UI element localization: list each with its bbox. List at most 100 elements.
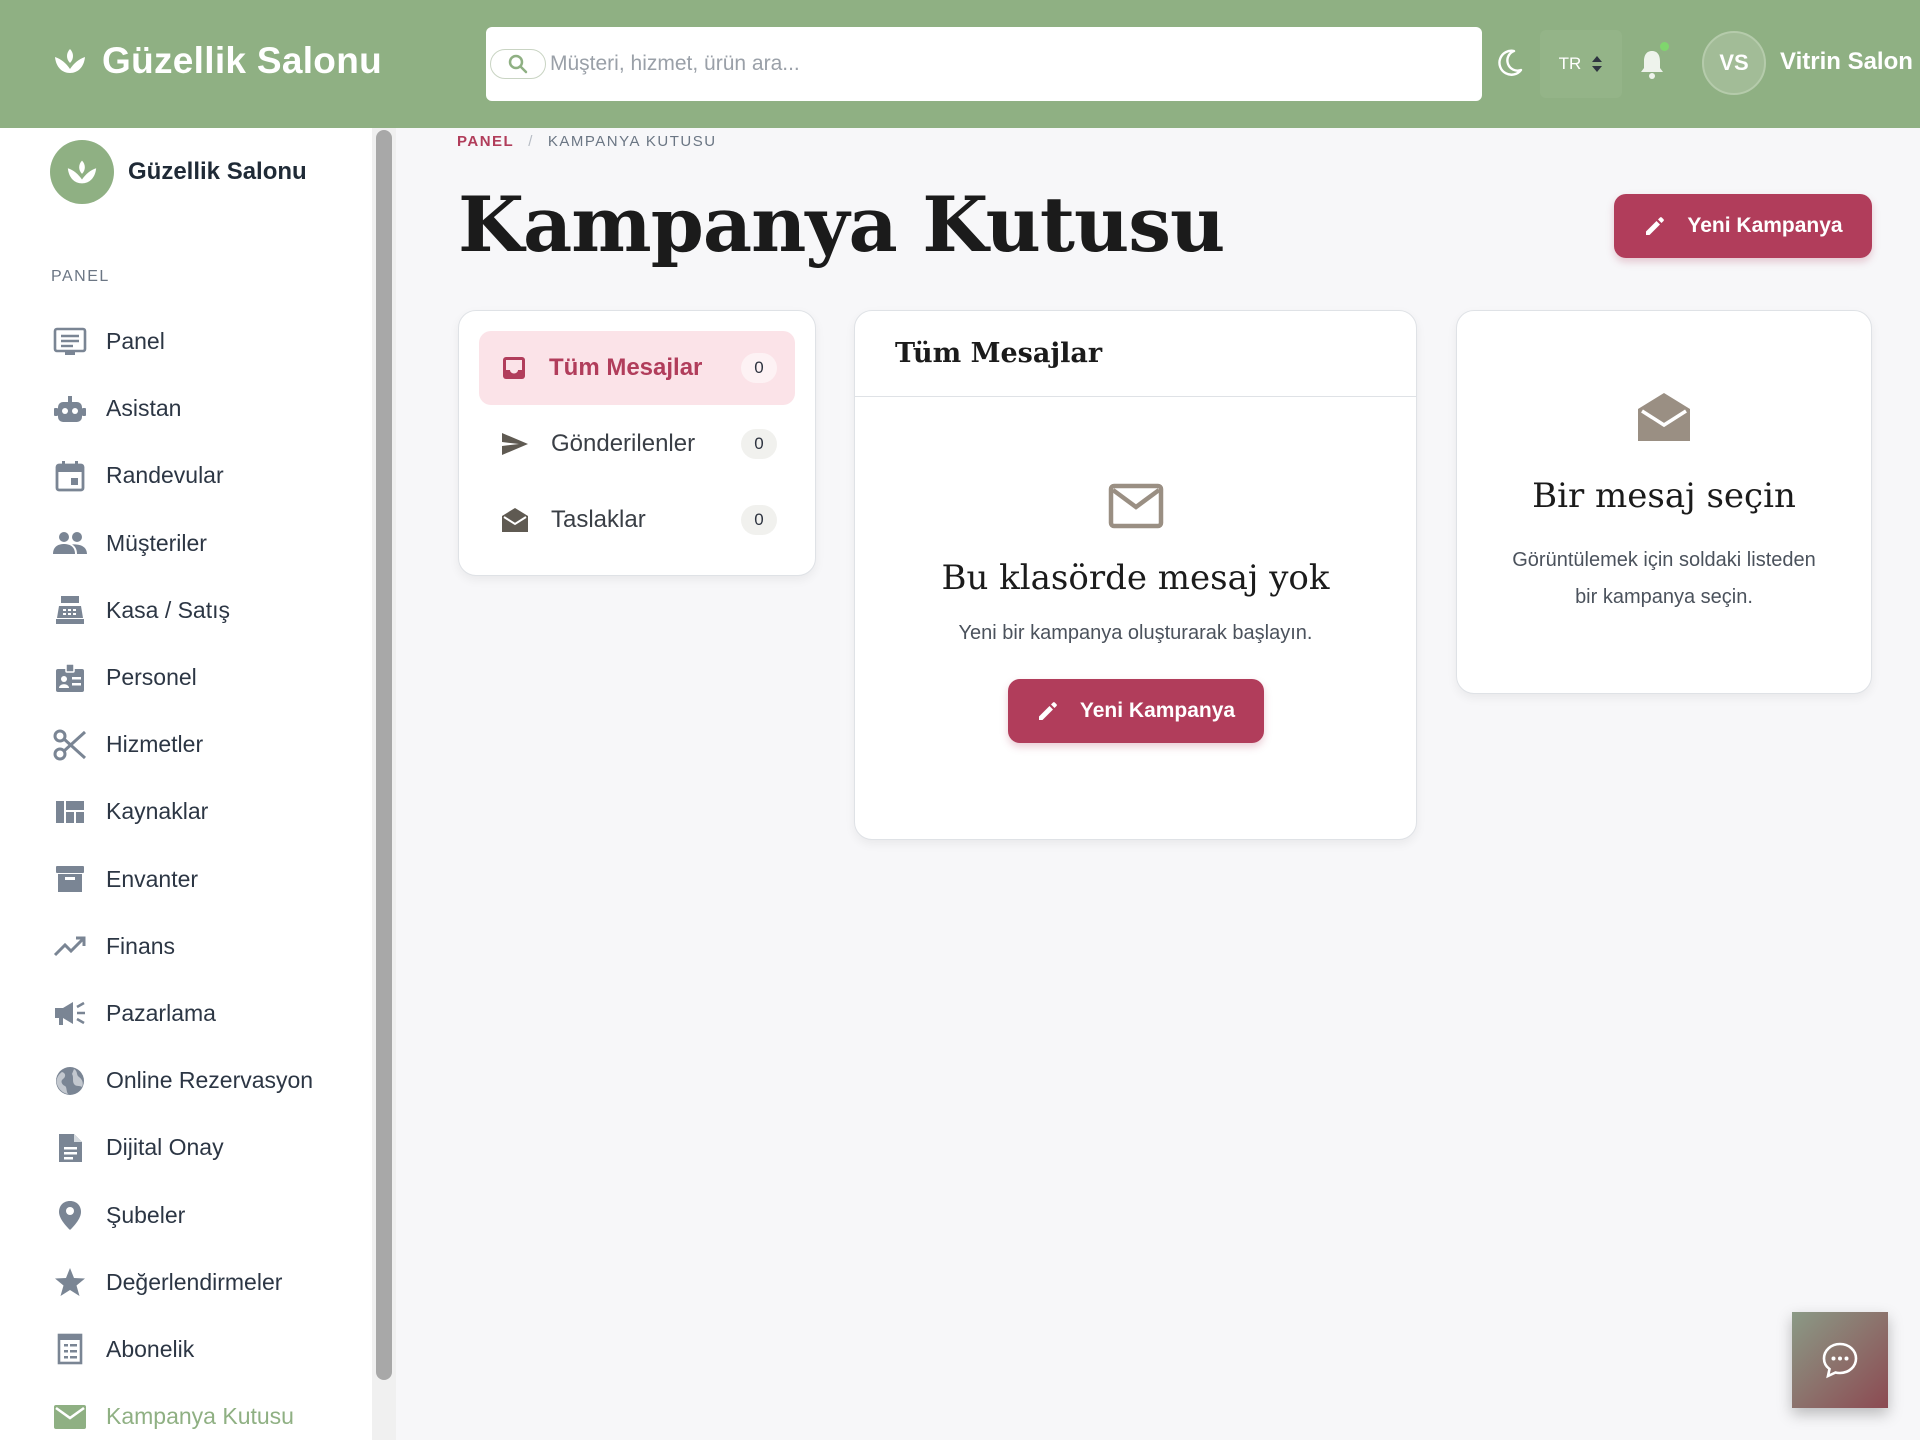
new-campaign-button[interactable]: Yeni Kampanya xyxy=(1614,194,1872,258)
scrollbar-thumb[interactable] xyxy=(376,130,392,1380)
sidebar-brand[interactable]: Güzellik Salonu xyxy=(50,140,307,204)
trending-up-icon xyxy=(52,928,88,964)
search-bar[interactable] xyxy=(486,27,1482,101)
sidebar-brand-name: Güzellik Salonu xyxy=(128,158,307,185)
sidebar-item-kasa[interactable]: Kasa / Satış xyxy=(0,577,372,644)
empty-state-title: Bu klasörde mesaj yok xyxy=(941,558,1330,598)
star-icon xyxy=(52,1264,88,1300)
search-icon[interactable] xyxy=(490,49,546,79)
archive-icon xyxy=(52,861,88,897)
sidebar-item-label: Dijital Onay xyxy=(106,1134,224,1161)
header-brand[interactable]: Güzellik Salonu xyxy=(52,40,382,82)
avatar[interactable]: VS xyxy=(1702,31,1766,95)
sidebar-item-kampanya-kutusu[interactable]: Kampanya Kutusu xyxy=(0,1383,372,1440)
location-pin-icon xyxy=(52,1197,88,1233)
sidebar-item-panel[interactable]: Panel xyxy=(0,308,372,375)
sidebar-item-asistan[interactable]: Asistan xyxy=(0,375,372,442)
document-icon xyxy=(52,1130,88,1166)
mail-icon xyxy=(52,1399,88,1435)
drafts-icon xyxy=(502,508,528,532)
sidebar-item-label: Randevular xyxy=(106,462,224,489)
folder-sent[interactable]: Gönderilenler 0 xyxy=(479,407,795,481)
sidebar-item-label: Kaynaklar xyxy=(106,798,209,825)
sidebar-scrollbar[interactable] xyxy=(372,128,396,1440)
notification-dot xyxy=(1660,42,1669,51)
sidebar-item-musteriler[interactable]: Müşteriler xyxy=(0,510,372,577)
breadcrumb-home-link[interactable]: PANEL xyxy=(457,133,514,150)
sidebar-item-envanter[interactable]: Envanter xyxy=(0,846,372,913)
top-bar: Güzellik Salonu TR VS Vitrin Salon xyxy=(0,0,1920,128)
scissors-icon xyxy=(52,727,88,763)
empty-state-description: Yeni bir kampanya oluşturarak başlayın. xyxy=(958,622,1313,644)
calendar-icon xyxy=(52,458,88,494)
sidebar-nav: Panel Asistan Randevular Müşteriler Kasa… xyxy=(0,308,372,1440)
receipt-icon xyxy=(52,1331,88,1367)
sidebar-item-label: Panel xyxy=(106,328,165,355)
folder-count-badge: 0 xyxy=(741,505,777,535)
badge-icon xyxy=(52,660,88,696)
folder-count-badge: 0 xyxy=(741,429,777,459)
open-envelope-icon xyxy=(1638,393,1690,441)
sidebar-item-kaynaklar[interactable]: Kaynaklar xyxy=(0,778,372,845)
sidebar-item-dijital-onay[interactable]: Dijital Onay xyxy=(0,1114,372,1181)
detail-description: Görüntülemek için soldaki listeden bir k… xyxy=(1512,549,1816,608)
sidebar-item-label: Kasa / Satış xyxy=(106,596,231,623)
language-select[interactable]: TR xyxy=(1540,30,1622,98)
detail-title: Bir mesaj seçin xyxy=(1532,476,1796,516)
empty-new-campaign-label: Yeni Kampanya xyxy=(1079,699,1236,722)
pencil-icon xyxy=(1646,217,1665,235)
sidebar-item-online-rezervasyon[interactable]: Online Rezervasyon xyxy=(0,1047,372,1114)
sidebar-item-pazarlama[interactable]: Pazarlama xyxy=(0,980,372,1047)
sidebar: Güzellik Salonu PANEL Panel Asistan Rand… xyxy=(0,128,372,1440)
cash-register-icon xyxy=(52,592,88,628)
folder-all-messages[interactable]: Tüm Mesajlar 0 xyxy=(479,331,795,405)
folder-count-badge: 0 xyxy=(741,353,777,383)
breadcrumb: PANEL / KAMPANYA KUTUSU xyxy=(457,133,717,150)
envelope-outline-icon xyxy=(1108,483,1163,529)
grid-icon xyxy=(52,794,88,830)
sidebar-item-label: Personel xyxy=(106,664,197,691)
sidebar-item-abonelik[interactable]: Abonelik xyxy=(0,1316,372,1383)
sidebar-item-label: Kampanya Kutusu xyxy=(106,1403,294,1430)
breadcrumb-separator: / xyxy=(528,133,534,150)
sidebar-item-subeler[interactable]: Şubeler xyxy=(0,1181,372,1248)
globe-icon xyxy=(52,1063,88,1099)
sort-arrows-icon xyxy=(1592,56,1603,72)
chat-button[interactable] xyxy=(1792,1312,1888,1408)
empty-new-campaign-button[interactable]: Yeni Kampanya xyxy=(1007,679,1264,743)
megaphone-icon xyxy=(52,995,88,1031)
search-input[interactable] xyxy=(550,52,1350,76)
sidebar-item-hizmetler[interactable]: Hizmetler xyxy=(0,711,372,778)
page-title: Kampanya Kutusu xyxy=(458,180,1225,269)
inbox-icon xyxy=(503,357,525,379)
sidebar-item-finans[interactable]: Finans xyxy=(0,913,372,980)
chat-bubble-icon xyxy=(1822,1342,1858,1379)
sidebar-item-label: Online Rezervasyon xyxy=(106,1067,314,1094)
sidebar-item-label: Değerlendirmeler xyxy=(106,1268,283,1295)
moon-icon[interactable] xyxy=(1496,48,1524,78)
bell-icon[interactable] xyxy=(1638,48,1666,80)
sidebar-item-personel[interactable]: Personel xyxy=(0,644,372,711)
sidebar-item-label: Envanter xyxy=(106,865,199,892)
new-campaign-label: Yeni Kampanya xyxy=(1687,214,1843,237)
pencil-icon xyxy=(1038,702,1057,720)
folder-label: Gönderilenler xyxy=(551,430,696,457)
sidebar-item-label: Asistan xyxy=(106,395,182,422)
folder-drafts[interactable]: Taslaklar 0 xyxy=(479,483,795,557)
lotus-logo-icon xyxy=(55,49,85,73)
breadcrumb-current: KAMPANYA KUTUSU xyxy=(547,133,717,150)
folders-card: Tüm Mesajlar 0 Gönderilenler 0 Taslaklar… xyxy=(458,310,816,576)
sidebar-item-randevular[interactable]: Randevular xyxy=(0,442,372,509)
dashboard-icon xyxy=(52,324,88,360)
folder-label: Taslaklar xyxy=(551,506,646,533)
sidebar-item-label: Şubeler xyxy=(106,1201,186,1228)
message-detail-card: Bir mesaj seçin Görüntülemek için soldak… xyxy=(1456,310,1872,694)
sidebar-item-label: Hizmetler xyxy=(106,731,204,758)
sidebar-item-label: Pazarlama xyxy=(106,999,216,1026)
sidebar-item-label: Abonelik xyxy=(106,1335,195,1362)
sidebar-item-degerlendirmeler[interactable]: Değerlendirmeler xyxy=(0,1249,372,1316)
sidebar-section-label: PANEL xyxy=(51,268,110,285)
message-list-title: Tüm Mesajlar xyxy=(855,311,1416,397)
user-name[interactable]: Vitrin Salon xyxy=(1780,48,1913,76)
language-value: TR xyxy=(1558,54,1582,73)
